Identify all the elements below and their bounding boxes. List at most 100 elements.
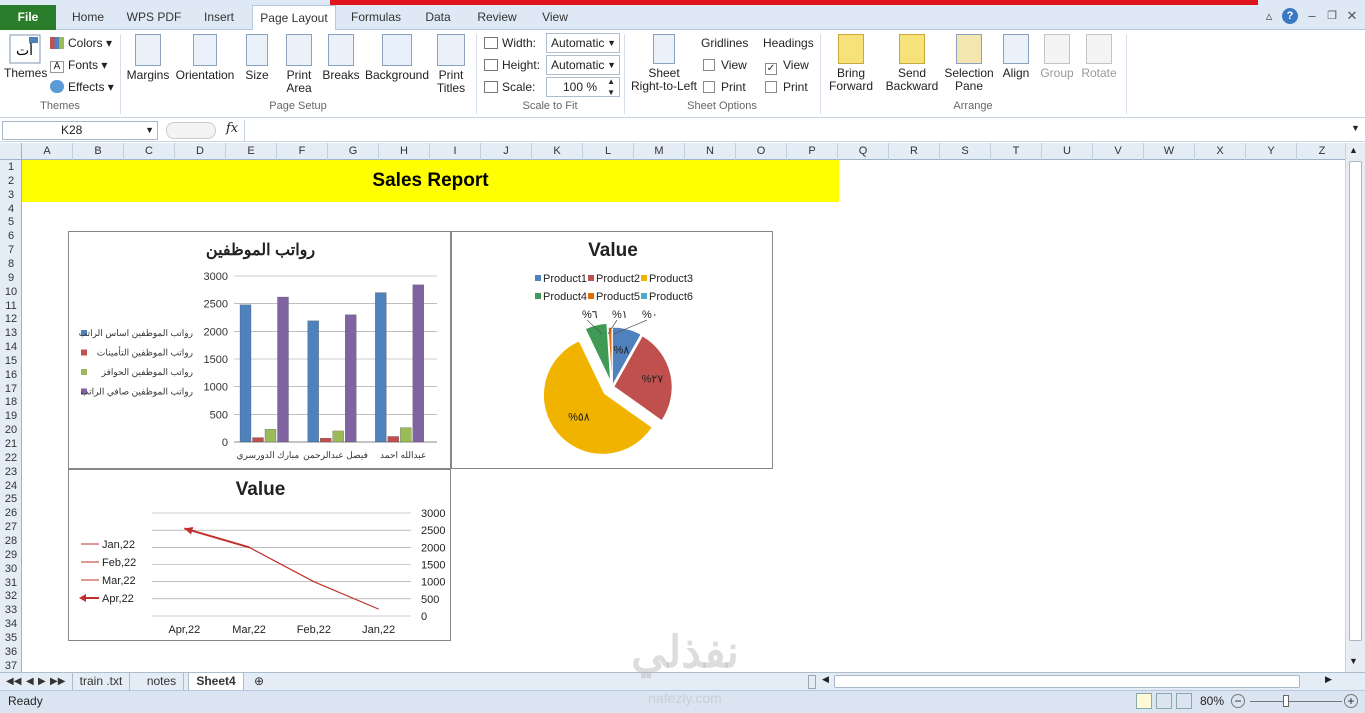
row-header[interactable]: 22	[0, 452, 21, 464]
column-header[interactable]: A	[22, 143, 73, 160]
orientation-button[interactable]: Orientation	[173, 34, 237, 82]
vertical-scroll-thumb[interactable]	[1349, 161, 1362, 641]
sheet-tab-notes[interactable]: notes	[140, 673, 184, 691]
worksheet-grid[interactable]: Sales Report رواتب الموظفين 3000 2500 2000…	[22, 160, 1345, 672]
tab-review[interactable]: Review	[470, 5, 524, 30]
column-header[interactable]: C	[124, 143, 175, 160]
colors-button[interactable]: Colors ▾	[50, 36, 112, 50]
name-box[interactable]: K28 ▼	[2, 121, 158, 140]
row-header[interactable]: 2	[0, 175, 21, 187]
column-header[interactable]: U	[1042, 143, 1093, 160]
formula-input[interactable]	[244, 120, 1349, 141]
row-header[interactable]: 9	[0, 272, 21, 284]
salary-bar-chart[interactable]: رواتب الموظفين 3000 2500 2000 1500 1000 500 0 م…	[68, 231, 451, 469]
row-header[interactable]: 1	[0, 161, 21, 173]
row-header[interactable]: 30	[0, 563, 21, 575]
column-header[interactable]: Y	[1246, 143, 1297, 160]
column-header[interactable]: D	[175, 143, 226, 160]
row-header[interactable]: 25	[0, 493, 21, 505]
vertical-scrollbar[interactable]: ▲ ▼	[1345, 143, 1365, 672]
width-dropdown[interactable]: Automatic ▼	[546, 33, 620, 53]
value-line-chart[interactable]: Value 3000 2500 2000 1500 1000 500 0 Apr,22 Mar,…	[68, 469, 451, 641]
zoom-slider[interactable]	[1250, 701, 1342, 702]
row-header[interactable]: 16	[0, 369, 21, 381]
row-header[interactable]: 27	[0, 521, 21, 533]
background-button[interactable]: Background	[364, 34, 430, 82]
sheet-tab-sheet4[interactable]: Sheet4	[188, 673, 244, 691]
next-sheet-icon[interactable]: ▶	[38, 673, 46, 691]
tab-page-layout[interactable]: Page Layout	[252, 5, 336, 31]
minimize-icon[interactable]: –	[1304, 8, 1320, 24]
tab-view[interactable]: View	[534, 5, 576, 30]
tab-formulas[interactable]: Formulas	[346, 5, 406, 30]
row-header[interactable]: 7	[0, 244, 21, 256]
column-header[interactable]: L	[583, 143, 634, 160]
bring-forward-button[interactable]: Bring Forward	[824, 34, 878, 93]
row-header[interactable]: 29	[0, 549, 21, 561]
close-icon[interactable]: ✕	[1344, 8, 1360, 24]
row-header[interactable]: 13	[0, 327, 21, 339]
zoom-out-icon[interactable]: −	[1231, 694, 1245, 708]
column-header[interactable]: J	[481, 143, 532, 160]
horizontal-scroll-thumb[interactable]	[834, 675, 1300, 688]
tab-data[interactable]: Data	[418, 5, 458, 30]
row-header[interactable]: 28	[0, 535, 21, 547]
row-header[interactable]: 3	[0, 189, 21, 201]
rotate-button[interactable]: Rotate	[1080, 34, 1118, 80]
row-header[interactable]: 32	[0, 590, 21, 602]
margins-button[interactable]: Margins	[126, 34, 170, 82]
zoom-in-icon[interactable]: +	[1344, 694, 1358, 708]
column-header[interactable]: H	[379, 143, 430, 160]
send-backward-button[interactable]: Send Backward	[882, 34, 942, 93]
tab-home[interactable]: Home	[64, 5, 112, 30]
headings-print-checkbox[interactable]: Print	[765, 80, 808, 94]
formula-bar-resize-handle[interactable]	[166, 122, 216, 139]
row-header[interactable]: 19	[0, 410, 21, 422]
new-sheet-icon[interactable]: ⊕	[254, 673, 264, 691]
column-header[interactable]: E	[226, 143, 277, 160]
column-header[interactable]: F	[277, 143, 328, 160]
print-titles-button[interactable]: Print Titles	[434, 34, 468, 95]
tab-wps-pdf[interactable]: WPS PDF	[122, 5, 186, 30]
sheet-right-to-left-button[interactable]: Sheet Right-to-Left	[629, 34, 699, 93]
row-header[interactable]: 10	[0, 286, 21, 298]
effects-button[interactable]: Effects ▾	[50, 80, 114, 94]
help-icon[interactable]: ?	[1282, 8, 1298, 24]
row-header[interactable]: 21	[0, 438, 21, 450]
row-header[interactable]: 37	[0, 660, 21, 672]
sheet-tab-train[interactable]: train .txt	[72, 673, 130, 691]
row-header[interactable]: 12	[0, 313, 21, 325]
row-header[interactable]: 31	[0, 577, 21, 589]
zoom-level[interactable]: 80%	[1200, 694, 1224, 708]
tab-file[interactable]: File	[0, 5, 56, 30]
row-header[interactable]: 24	[0, 480, 21, 492]
restore-icon[interactable]: ❐	[1324, 8, 1340, 24]
fonts-button[interactable]: A Fonts ▾	[50, 58, 107, 73]
row-header[interactable]: 18	[0, 396, 21, 408]
scale-spinner[interactable]: 100 % ▲ ▼	[546, 77, 620, 97]
row-header[interactable]: 17	[0, 383, 21, 395]
column-header[interactable]: R	[889, 143, 940, 160]
column-header[interactable]: Z	[1297, 143, 1348, 160]
function-icon[interactable]: fx	[226, 121, 238, 136]
height-dropdown[interactable]: Automatic ▼	[546, 55, 620, 75]
row-header[interactable]: 4	[0, 203, 21, 215]
column-header[interactable]: X	[1195, 143, 1246, 160]
select-all-corner[interactable]	[0, 143, 22, 160]
row-header[interactable]: 8	[0, 258, 21, 270]
row-header[interactable]: 15	[0, 355, 21, 367]
scroll-down-icon[interactable]: ▼	[1349, 656, 1358, 666]
row-header[interactable]: 6	[0, 230, 21, 242]
size-button[interactable]: Size	[242, 34, 272, 82]
chevron-down-icon[interactable]: ▼	[145, 122, 154, 139]
breaks-button[interactable]: Breaks	[322, 34, 360, 82]
column-header[interactable]: O	[736, 143, 787, 160]
expand-formula-bar-icon[interactable]: ▼	[1351, 123, 1360, 133]
gridlines-view-checkbox[interactable]: View	[703, 58, 747, 72]
row-header[interactable]: 36	[0, 646, 21, 658]
row-header[interactable]: 34	[0, 618, 21, 630]
column-header[interactable]: W	[1144, 143, 1195, 160]
column-header[interactable]: S	[940, 143, 991, 160]
scroll-right-icon[interactable]: ▶	[1325, 674, 1332, 685]
column-header[interactable]: B	[73, 143, 124, 160]
